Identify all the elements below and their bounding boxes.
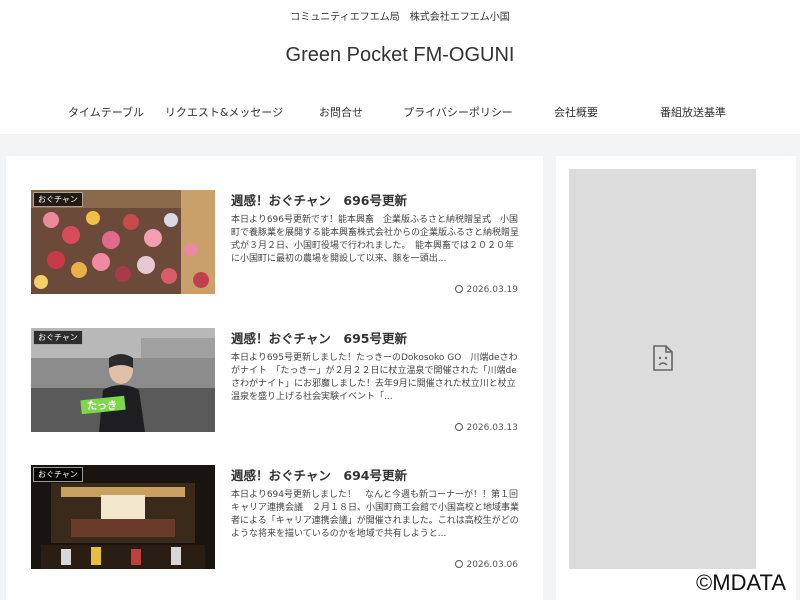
post-date-text: 2026.03.19 <box>466 285 518 295</box>
ad-placeholder[interactable] <box>569 169 756 569</box>
post-excerpt: 本日より694号更新しました！ なんと今週も新コーナーが！！第１回キャリア連携会… <box>231 490 519 539</box>
watermark: ©MDATA <box>692 570 790 596</box>
broken-document-icon <box>653 345 673 371</box>
clock-icon <box>455 560 464 568</box>
post-thumbnail[interactable]: おぐチャン <box>31 190 215 294</box>
post-date-text: 2026.03.06 <box>466 560 518 570</box>
nav-item-request[interactable]: リクエスト&メッセージ <box>165 104 283 120</box>
post-list: おぐチャン 週感！おぐチャン 696号更新 本日より696号更新です！能本興畜 … <box>6 156 543 600</box>
post-date: 2026.03.19 <box>455 285 518 295</box>
clock-icon <box>455 285 464 293</box>
nav-item-broadcast-standards[interactable]: 番組放送基準 <box>660 104 726 120</box>
svg-text:たっき: たっき <box>87 400 117 412</box>
post-date-text: 2026.03.13 <box>466 423 518 433</box>
nav-item-company[interactable]: 会社概要 <box>554 104 598 120</box>
main-nav: タイムテーブル リクエスト&メッセージ お問合せ プライバシーポリシー 会社概要… <box>0 104 800 124</box>
post-title[interactable]: 週感！おぐチャン 695号更新 <box>231 328 407 347</box>
nav-item-timetable[interactable]: タイムテーブル <box>68 104 144 120</box>
nav-item-contact[interactable]: お問合せ <box>319 104 363 120</box>
site-title[interactable]: Green Pocket FM-OGUNI <box>0 44 800 67</box>
post-excerpt: 本日より695号更新しました！たっきーのDokosoko GO 川端deさわがナ… <box>231 353 518 402</box>
nav-item-privacy[interactable]: プライバシーポリシー <box>403 104 513 120</box>
site-tagline: コミュニティエフエム局 株式会社エフエム小国 <box>290 12 510 23</box>
category-badge[interactable]: おぐチャン <box>33 467 83 482</box>
post-date: 2026.03.13 <box>455 423 518 433</box>
post-thumbnail[interactable]: たっき おぐチャン <box>31 328 215 432</box>
post-excerpt: 本日より696号更新です！能本興畜 企業版ふるさと納税贈呈式 小国町で養豚業を展… <box>231 215 519 264</box>
clock-icon <box>455 423 464 431</box>
post-title[interactable]: 週感！おぐチャン 694号更新 <box>231 465 407 484</box>
post-card[interactable]: おぐチャン 週感！おぐチャン 694号更新 本日より694号更新しました！ なん… <box>31 465 526 585</box>
post-title[interactable]: 週感！おぐチャン 696号更新 <box>231 190 407 209</box>
post-thumbnail[interactable]: おぐチャン <box>31 465 215 569</box>
site-header: コミュニティエフエム局 株式会社エフエム小国 Green Pocket FM-O… <box>0 0 800 134</box>
category-badge[interactable]: おぐチャン <box>33 330 83 345</box>
post-date: 2026.03.06 <box>455 560 518 570</box>
post-card[interactable]: おぐチャン 週感！おぐチャン 696号更新 本日より696号更新です！能本興畜 … <box>31 190 526 310</box>
post-card[interactable]: たっき おぐチャン 週感！おぐチャン 695号更新 本日より695号更新しました… <box>31 328 526 448</box>
category-badge[interactable]: おぐチャン <box>33 192 83 207</box>
sidebar <box>556 156 796 600</box>
